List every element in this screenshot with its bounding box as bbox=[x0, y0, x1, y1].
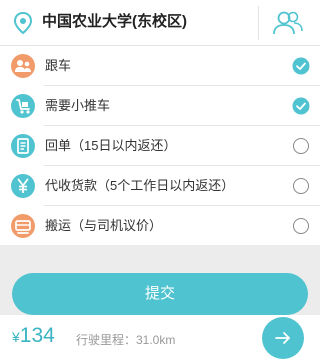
price-amount: 134 bbox=[19, 324, 55, 347]
location-divider bbox=[258, 6, 259, 40]
distance-text: 行驶里程：31.0km bbox=[76, 333, 176, 347]
yen-icon bbox=[11, 174, 35, 198]
checked-icon[interactable] bbox=[292, 57, 310, 75]
trolley-icon bbox=[11, 94, 35, 118]
price: ¥134 bbox=[12, 324, 55, 348]
unchecked-radio[interactable] bbox=[292, 137, 310, 155]
receipt-icon bbox=[11, 134, 35, 158]
bottom-bar: ¥134 行驶里程：31.0km bbox=[0, 315, 320, 361]
location-pin-icon bbox=[12, 11, 34, 35]
next-button[interactable] bbox=[262, 317, 304, 359]
location-name: 中国农业大学(东校区) bbox=[42, 13, 187, 30]
options-list: 跟车 需要小推车 回单（15日以内返还） 代收货款（5个工作日以内返还） 搬运（… bbox=[0, 46, 320, 245]
option-label: 跟车 bbox=[45, 58, 72, 73]
option-trolley[interactable]: 需要小推车 bbox=[0, 86, 320, 126]
follow-car-icon bbox=[11, 54, 35, 78]
option-label: 回单（15日以内返还） bbox=[45, 138, 177, 153]
arrow-right-icon bbox=[275, 332, 290, 344]
location-bar[interactable]: 中国农业大学(东校区) bbox=[0, 0, 320, 46]
option-label: 代收货款（5个工作日以内返还） bbox=[45, 178, 235, 193]
unchecked-radio[interactable] bbox=[292, 217, 310, 235]
option-receipt[interactable]: 回单（15日以内返还） bbox=[0, 126, 320, 166]
unchecked-radio[interactable] bbox=[292, 177, 310, 195]
submit-button[interactable]: 提交 bbox=[12, 273, 308, 315]
contacts-icon[interactable] bbox=[270, 9, 306, 37]
checked-icon[interactable] bbox=[292, 97, 310, 115]
option-label: 搬运（与司机议价） bbox=[45, 218, 163, 233]
porter-icon bbox=[11, 214, 35, 238]
price-currency: ¥ bbox=[12, 329, 20, 345]
option-follow-car[interactable]: 跟车 bbox=[0, 46, 320, 86]
option-label: 需要小推车 bbox=[45, 98, 111, 113]
option-porter[interactable]: 搬运（与司机议价） bbox=[0, 206, 320, 246]
option-cod[interactable]: 代收货款（5个工作日以内返还） bbox=[0, 166, 320, 206]
